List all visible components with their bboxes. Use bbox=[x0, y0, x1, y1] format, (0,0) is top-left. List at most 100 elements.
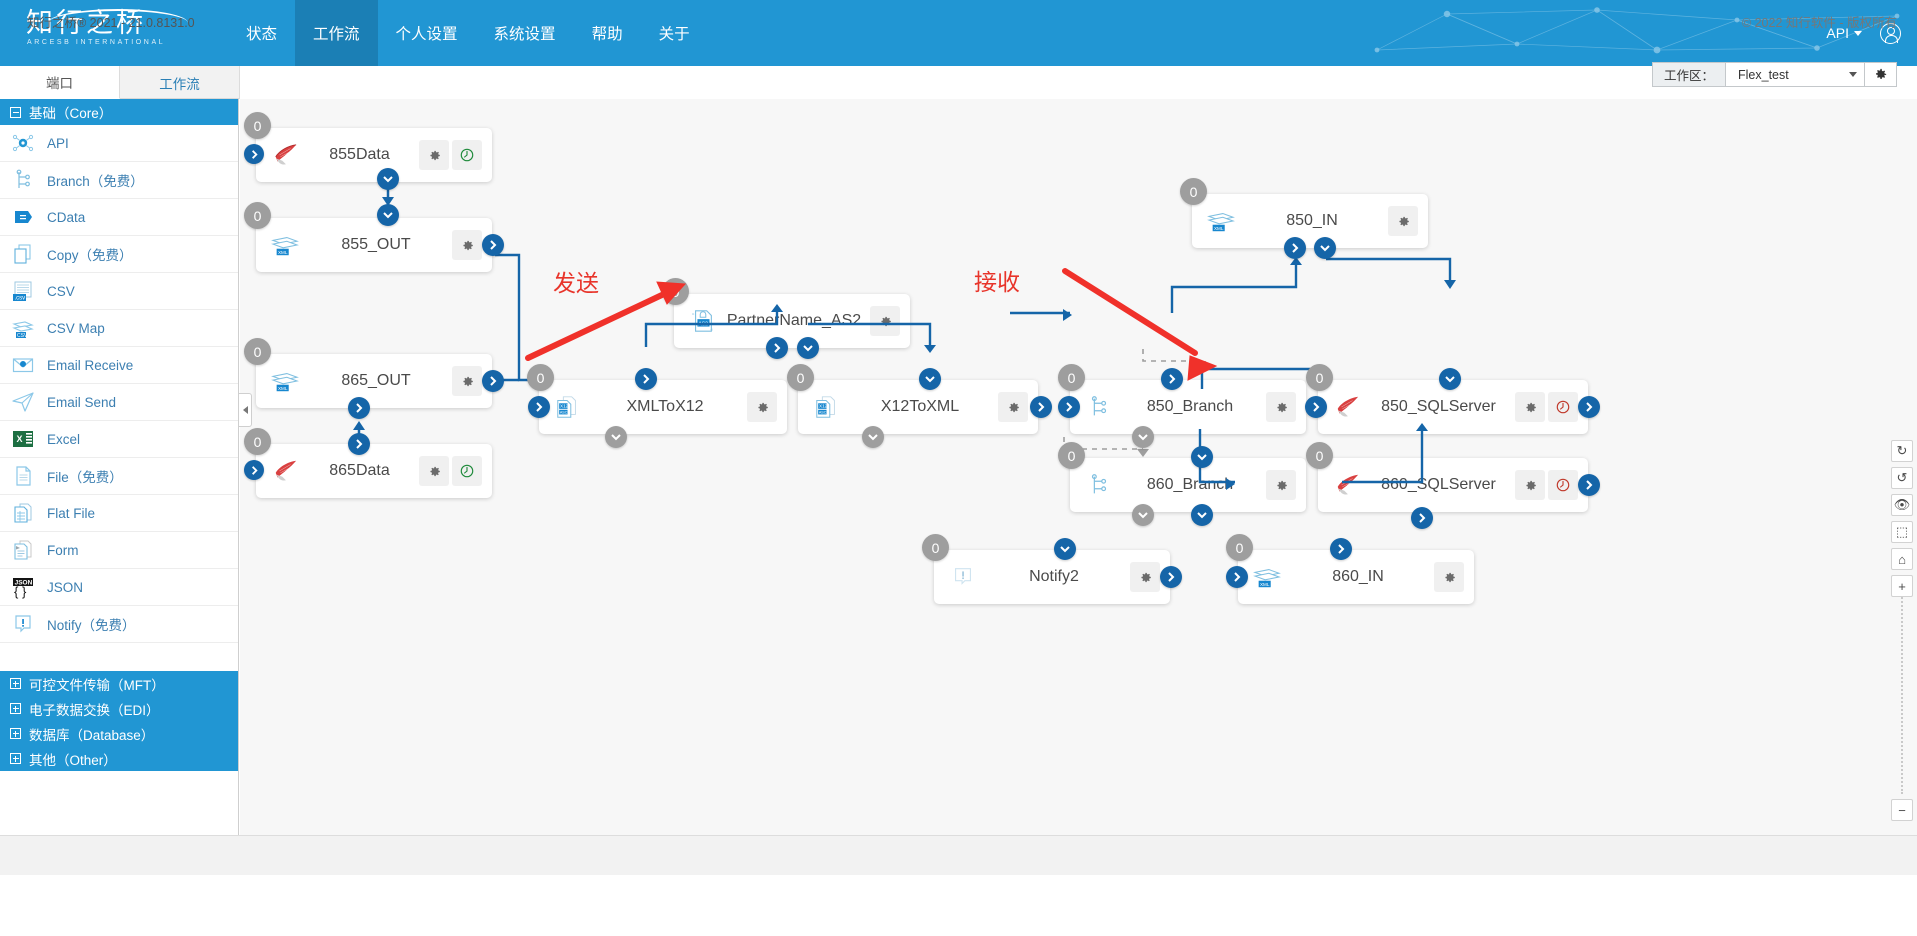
selection-icon[interactable]: ⬚ bbox=[1891, 521, 1913, 543]
gear-icon[interactable] bbox=[1130, 562, 1160, 592]
node-output-connector-down[interactable] bbox=[377, 168, 399, 190]
node-input-connector[interactable] bbox=[1226, 566, 1248, 588]
home-icon[interactable]: ⌂ bbox=[1891, 548, 1913, 570]
zoom-in-icon[interactable]: + bbox=[1891, 575, 1913, 597]
node-output-connector-down[interactable] bbox=[797, 337, 819, 359]
node-output-connector-up[interactable] bbox=[1411, 507, 1433, 529]
node-860-in[interactable]: XML 860_IN bbox=[1238, 550, 1474, 604]
clock-green-icon[interactable] bbox=[452, 140, 482, 170]
clock-green-icon[interactable] bbox=[452, 456, 482, 486]
node-output-connector-up[interactable] bbox=[1161, 368, 1183, 390]
node-xmltox12[interactable]: X12 ASC XMLToX12 bbox=[539, 380, 787, 434]
node-input-connector[interactable] bbox=[528, 396, 550, 418]
node-output-connector[interactable] bbox=[1578, 474, 1600, 496]
node-input-connector-down[interactable] bbox=[348, 397, 370, 419]
nav-item-status[interactable]: 状态 bbox=[228, 0, 295, 66]
node-input-connector[interactable] bbox=[244, 144, 264, 164]
sidebar-item-api[interactable]: API bbox=[0, 125, 238, 162]
gear-icon[interactable] bbox=[1515, 392, 1545, 422]
node-x12toxml[interactable]: X12 ASC X12ToXML bbox=[798, 380, 1038, 434]
node-860-sqlserver[interactable]: 860_SQLServer bbox=[1318, 458, 1588, 512]
zoom-out-icon[interactable]: − bbox=[1891, 799, 1913, 821]
node-865data[interactable]: 865Data bbox=[256, 444, 492, 498]
nav-item-system-settings[interactable]: 系统设置 bbox=[476, 0, 574, 66]
gear-icon[interactable] bbox=[1388, 206, 1418, 236]
sidebar-item-notify[interactable]: Notify（免费） bbox=[0, 606, 238, 643]
clock-red-icon[interactable] bbox=[1548, 392, 1578, 422]
tab-ports[interactable]: 端口 bbox=[0, 66, 120, 99]
sidebar-item-file[interactable]: File（免费） bbox=[0, 458, 238, 495]
clock-red-icon[interactable] bbox=[1548, 470, 1578, 500]
node-partnername-as2[interactable]: AS2 » « PartnerName_AS2 bbox=[674, 294, 910, 348]
sidebar-collapse-handle[interactable] bbox=[239, 393, 252, 427]
node-output-connector[interactable] bbox=[1160, 566, 1182, 588]
node-850-branch[interactable]: 850_Branch bbox=[1070, 380, 1306, 434]
node-error-connector[interactable] bbox=[862, 426, 884, 448]
gear-icon[interactable] bbox=[998, 392, 1028, 422]
node-input-connector[interactable] bbox=[766, 337, 788, 359]
node-input-connector[interactable] bbox=[1305, 396, 1327, 418]
gear-icon[interactable] bbox=[419, 456, 449, 486]
nav-item-personal-settings[interactable]: 个人设置 bbox=[378, 0, 476, 66]
workflow-canvas[interactable]: 发送 接收 0 855Data 0 XML 855_OUT 0 XML 865_… bbox=[240, 99, 1917, 835]
eye-icon[interactable]: 👁 bbox=[1891, 494, 1913, 516]
redo-icon[interactable]: ↻ bbox=[1891, 440, 1913, 462]
sidebar-item-json[interactable]: JSON { } JSON bbox=[0, 569, 238, 606]
node-855-out[interactable]: XML 855_OUT bbox=[256, 218, 492, 272]
node-input-connector-down[interactable] bbox=[1054, 538, 1076, 560]
node-output-connector-down[interactable] bbox=[348, 433, 370, 455]
nav-item-help[interactable]: 帮助 bbox=[574, 0, 641, 66]
sidebar-item-flat-file[interactable]: Flat File bbox=[0, 495, 238, 532]
sidebar-item-form[interactable]: Form bbox=[0, 532, 238, 569]
node-output-connector[interactable] bbox=[482, 370, 504, 392]
zoom-slider-track[interactable] bbox=[1901, 594, 1904, 794]
sidebar-item-branch[interactable]: Branch（免费） bbox=[0, 162, 238, 199]
nav-item-about[interactable]: 关于 bbox=[641, 0, 708, 66]
node-860-branch[interactable]: 860_Branch bbox=[1070, 458, 1306, 512]
node-input-connector[interactable] bbox=[1058, 396, 1080, 418]
sidebar-item-excel[interactable]: X Excel bbox=[0, 421, 238, 458]
tab-workflows[interactable]: 工作流 bbox=[120, 66, 240, 99]
sidebar-item-csv-map[interactable]: CSV CSV Map bbox=[0, 310, 238, 347]
gear-icon[interactable] bbox=[747, 392, 777, 422]
workspace-settings-button[interactable] bbox=[1865, 62, 1897, 87]
sidebar-item-copy[interactable]: Copy（免费） bbox=[0, 236, 238, 273]
gear-icon[interactable] bbox=[870, 306, 900, 336]
node-notify2[interactable]: Notify2 bbox=[934, 550, 1170, 604]
sidebar-item-cdata[interactable]: CData bbox=[0, 199, 238, 236]
node-850-in[interactable]: XML 850_IN bbox=[1192, 194, 1428, 248]
sidebar-item-email-receive[interactable]: Email Receive bbox=[0, 347, 238, 384]
node-error-connector[interactable] bbox=[1132, 504, 1154, 526]
node-input-connector[interactable] bbox=[1284, 237, 1306, 259]
gear-icon[interactable] bbox=[1434, 562, 1464, 592]
sidebar-category-other[interactable]: 其他（Other） bbox=[0, 746, 238, 771]
node-error-connector[interactable] bbox=[605, 426, 627, 448]
node-865-out[interactable]: XML 865_OUT bbox=[256, 354, 492, 408]
node-output-connector-up[interactable] bbox=[1330, 538, 1352, 560]
workspace-select[interactable]: Flex_test bbox=[1725, 62, 1865, 87]
node-output-connector[interactable] bbox=[482, 234, 504, 256]
sidebar-category-mft[interactable]: 可控文件传输（MFT） bbox=[0, 671, 238, 696]
sidebar-category-core[interactable]: 基础（Core） bbox=[0, 99, 238, 125]
gear-icon[interactable] bbox=[1515, 470, 1545, 500]
node-error-connector[interactable] bbox=[1132, 426, 1154, 448]
sidebar-item-email-send[interactable]: Email Send bbox=[0, 384, 238, 421]
nav-item-workflow[interactable]: 工作流 bbox=[295, 0, 378, 66]
sidebar-item-csv[interactable]: .csv CSV bbox=[0, 273, 238, 310]
node-output-connector[interactable] bbox=[1578, 396, 1600, 418]
gear-icon[interactable] bbox=[419, 140, 449, 170]
gear-icon[interactable] bbox=[1266, 470, 1296, 500]
sidebar-category-edi[interactable]: 电子数据交换（EDI） bbox=[0, 696, 238, 721]
gear-icon[interactable] bbox=[1266, 392, 1296, 422]
node-output-connector-up[interactable] bbox=[1191, 446, 1213, 468]
undo-icon[interactable]: ↺ bbox=[1891, 467, 1913, 489]
node-input-connector[interactable] bbox=[244, 460, 264, 480]
gear-icon[interactable] bbox=[452, 366, 482, 396]
node-output-connector[interactable] bbox=[1030, 396, 1052, 418]
node-855data[interactable]: 855Data bbox=[256, 128, 492, 182]
node-output-connector-down[interactable] bbox=[1314, 237, 1336, 259]
node-input-connector-down[interactable] bbox=[919, 368, 941, 390]
gear-icon[interactable] bbox=[452, 230, 482, 260]
node-output-connector-up[interactable] bbox=[635, 368, 657, 390]
sidebar-category-database[interactable]: 数据库（Database） bbox=[0, 721, 238, 746]
